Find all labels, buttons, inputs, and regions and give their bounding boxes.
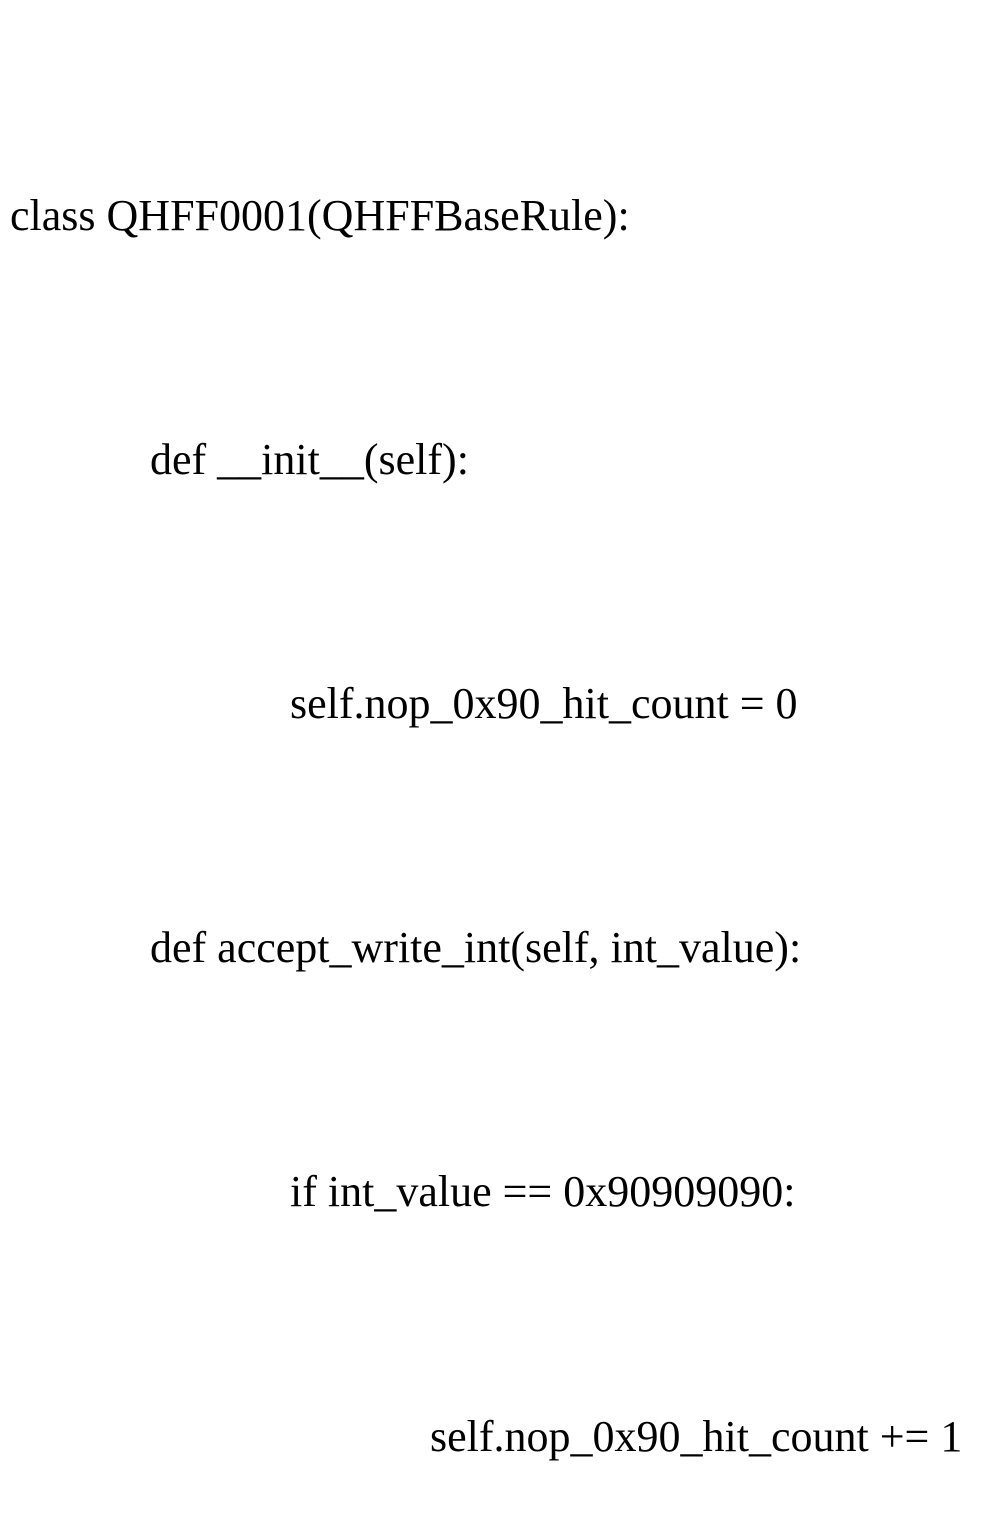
code-line: def __init__(self): — [10, 419, 990, 500]
code-line: if int_value == 0x90909090: — [10, 1151, 990, 1232]
code-snippet: class QHFF0001(QHFFBaseRule): def __init… — [10, 12, 990, 1538]
code-line: class QHFF0001(QHFFBaseRule): — [10, 175, 990, 256]
code-line: self.nop_0x90_hit_count = 0 — [10, 663, 990, 744]
code-line: self.nop_0x90_hit_count += 1 — [10, 1396, 990, 1477]
code-line: def accept_write_int(self, int_value): — [10, 907, 990, 988]
